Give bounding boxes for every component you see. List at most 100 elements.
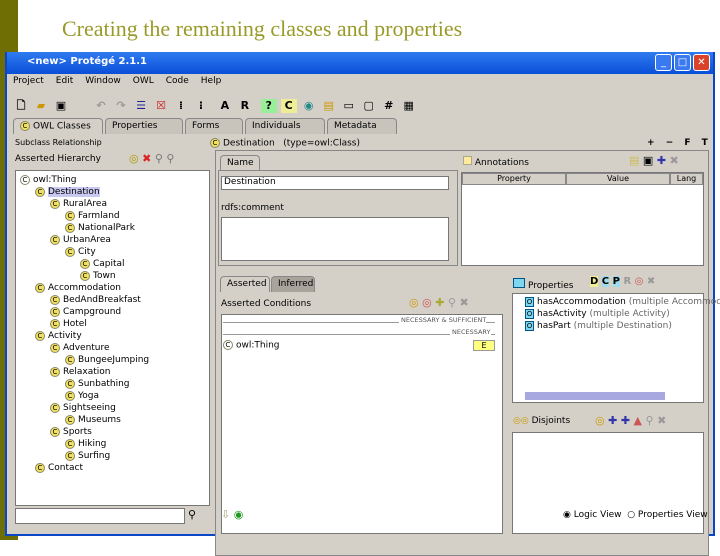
restriction-prop-icon[interactable]: ◎ xyxy=(635,276,644,287)
classify-icon[interactable]: C xyxy=(280,99,297,113)
menu-edit[interactable]: Edit xyxy=(56,76,73,86)
search-icon[interactable]: ⚲ xyxy=(188,508,196,521)
col-lang[interactable]: Lang xyxy=(670,173,703,185)
comment-textarea[interactable] xyxy=(221,217,449,261)
class-search-input[interactable] xyxy=(15,508,185,524)
menu-owl[interactable]: OWL xyxy=(133,76,154,86)
tree-item[interactable]: C Campground xyxy=(50,306,121,318)
find-next-icon[interactable]: ⚲ xyxy=(166,152,174,165)
ontology-icon[interactable]: ▤ xyxy=(321,99,337,113)
add-object-icon[interactable]: C xyxy=(601,276,610,287)
tab-metadata[interactable]: Metadata xyxy=(327,118,397,134)
collapse-icon[interactable]: ⁝ xyxy=(193,99,209,113)
tab-inferred[interactable]: Inferred xyxy=(271,276,315,292)
grid-icon[interactable]: # xyxy=(381,99,397,113)
create-restriction-icon[interactable]: ◎ xyxy=(409,296,419,309)
remove-property-icon[interactable]: R xyxy=(623,276,631,287)
redo-icon[interactable]: ↷ xyxy=(113,99,129,113)
new-icon[interactable]: 🗋 xyxy=(13,97,29,112)
find-icon[interactable]: ⚲ xyxy=(155,152,163,165)
add-siblings-icon[interactable]: ✚ xyxy=(621,414,630,427)
condition-item[interactable]: Cowl:Thing xyxy=(223,340,280,351)
form-icon[interactable]: ▢ xyxy=(361,99,377,113)
delete-class-icon[interactable]: ✖ xyxy=(142,152,151,165)
delete-condition-icon[interactable]: ✖ xyxy=(460,296,469,309)
tree-item[interactable]: C Yoga xyxy=(65,390,99,402)
name-input[interactable]: Destination xyxy=(221,176,449,190)
tree-item[interactable]: C BungeeJumping xyxy=(65,354,149,366)
properties-view-radio[interactable]: ○ Properties View xyxy=(627,510,707,520)
delete-disjoint-icon[interactable]: ✖ xyxy=(657,414,666,427)
import-icon[interactable]: ⇩ xyxy=(221,508,230,521)
open-icon[interactable]: ▰ xyxy=(33,99,49,113)
add-disjoint-class-icon[interactable]: ✚ xyxy=(608,414,617,427)
tree-item[interactable]: C Sightseeing xyxy=(50,402,116,414)
add-disjoint-icon[interactable]: ◎ xyxy=(595,414,605,427)
link-annotation-icon[interactable]: ✚ xyxy=(657,154,666,167)
view-disjoint-icon[interactable]: ⚲ xyxy=(646,414,654,427)
tree-item[interactable]: C Activity xyxy=(35,330,82,342)
tab-asserted[interactable]: Asserted xyxy=(220,276,270,292)
create-class-icon[interactable]: ◎ xyxy=(129,152,139,165)
tree-item[interactable]: C Museums xyxy=(65,414,121,426)
col-property[interactable]: Property xyxy=(462,173,566,185)
tree-item[interactable]: C Surfing xyxy=(65,450,110,462)
menu-code[interactable]: Code xyxy=(166,76,189,86)
tree-item[interactable]: C Sunbathing xyxy=(65,378,130,390)
code-icon[interactable]: ▭ xyxy=(341,99,357,113)
horizontal-scrollbar[interactable] xyxy=(525,392,665,400)
properties-list[interactable]: OhasAccommodation (multiple Accommodatio… xyxy=(512,293,720,403)
menu-project[interactable]: Project xyxy=(13,76,44,86)
globe-icon[interactable]: ◉ xyxy=(301,99,317,113)
globe-small-icon[interactable]: ◉ xyxy=(234,508,244,521)
logic-view-radio[interactable]: ◉ Logic View xyxy=(563,510,621,520)
table-icon[interactable]: ▦ xyxy=(401,99,417,113)
tab-forms[interactable]: Forms xyxy=(185,118,243,134)
hierarchy-icon[interactable]: ☰ xyxy=(133,99,149,113)
check-icon[interactable]: ? xyxy=(260,99,277,113)
tree-item[interactable]: C Contact xyxy=(35,462,83,474)
add-datatype-icon[interactable]: D xyxy=(590,276,599,287)
class-tree[interactable]: Cowl:Thing C Destination C RuralArea C Farmlan… xyxy=(15,170,210,506)
add-value-icon[interactable]: ▣ xyxy=(643,154,653,167)
tab-name[interactable]: Name xyxy=(220,155,260,171)
add-annotation-icon[interactable]: ▤ xyxy=(629,154,639,167)
delete-property-icon[interactable]: ✖ xyxy=(647,276,655,287)
t-button[interactable]: T xyxy=(702,138,708,148)
tree-item[interactable]: C Hotel xyxy=(50,318,87,330)
delete-hierarchy-icon[interactable]: ☒ xyxy=(153,99,169,113)
add-property-icon[interactable]: P xyxy=(612,276,620,287)
tab-owl-classes[interactable]: C OWL Classes xyxy=(13,118,103,134)
property-item[interactable]: OhasPart (multiple Destination) xyxy=(525,320,672,332)
view-icon[interactable]: ⚲ xyxy=(448,296,456,309)
restriction-icon[interactable]: ◎ xyxy=(422,296,432,309)
a-button[interactable]: A xyxy=(217,99,233,113)
tree-item[interactable]: Cowl:Thing xyxy=(20,174,77,186)
tree-item[interactable]: C UrbanArea xyxy=(50,234,111,246)
menu-window[interactable]: Window xyxy=(85,76,121,86)
tree-item[interactable]: C NationalPark xyxy=(65,222,135,234)
property-item[interactable]: OhasActivity (multiple Activity) xyxy=(525,308,670,320)
annotations-table[interactable] xyxy=(461,172,704,266)
expand-icon[interactable]: ⁞ xyxy=(173,99,189,113)
col-value[interactable]: Value xyxy=(566,173,670,185)
add-button[interactable]: + xyxy=(647,138,655,148)
tree-item[interactable]: C Relaxation xyxy=(50,366,110,378)
close-button[interactable]: ✕ xyxy=(693,54,710,71)
property-item[interactable]: OhasAccommodation (multiple Accommodatio… xyxy=(525,296,720,308)
f-button[interactable]: F xyxy=(684,138,690,148)
save-icon[interactable]: ▣ xyxy=(53,99,69,113)
r-button[interactable]: R xyxy=(237,99,253,113)
tab-individuals[interactable]: Individuals xyxy=(245,118,325,134)
tab-properties[interactable]: Properties xyxy=(105,118,183,134)
menu-help[interactable]: Help xyxy=(201,76,222,86)
tree-item[interactable]: C City xyxy=(65,246,96,258)
tree-item[interactable]: C Hiking xyxy=(65,438,106,450)
tree-item[interactable]: C Accommodation xyxy=(35,282,121,294)
minimize-button[interactable]: _ xyxy=(655,54,672,71)
delete-annotation-icon[interactable]: ✖ xyxy=(670,154,679,167)
tree-item[interactable]: C Farmland xyxy=(65,210,120,222)
maximize-button[interactable]: □ xyxy=(674,54,691,71)
remove-button[interactable]: − xyxy=(666,138,674,148)
tree-item[interactable]: C Adventure xyxy=(50,342,110,354)
